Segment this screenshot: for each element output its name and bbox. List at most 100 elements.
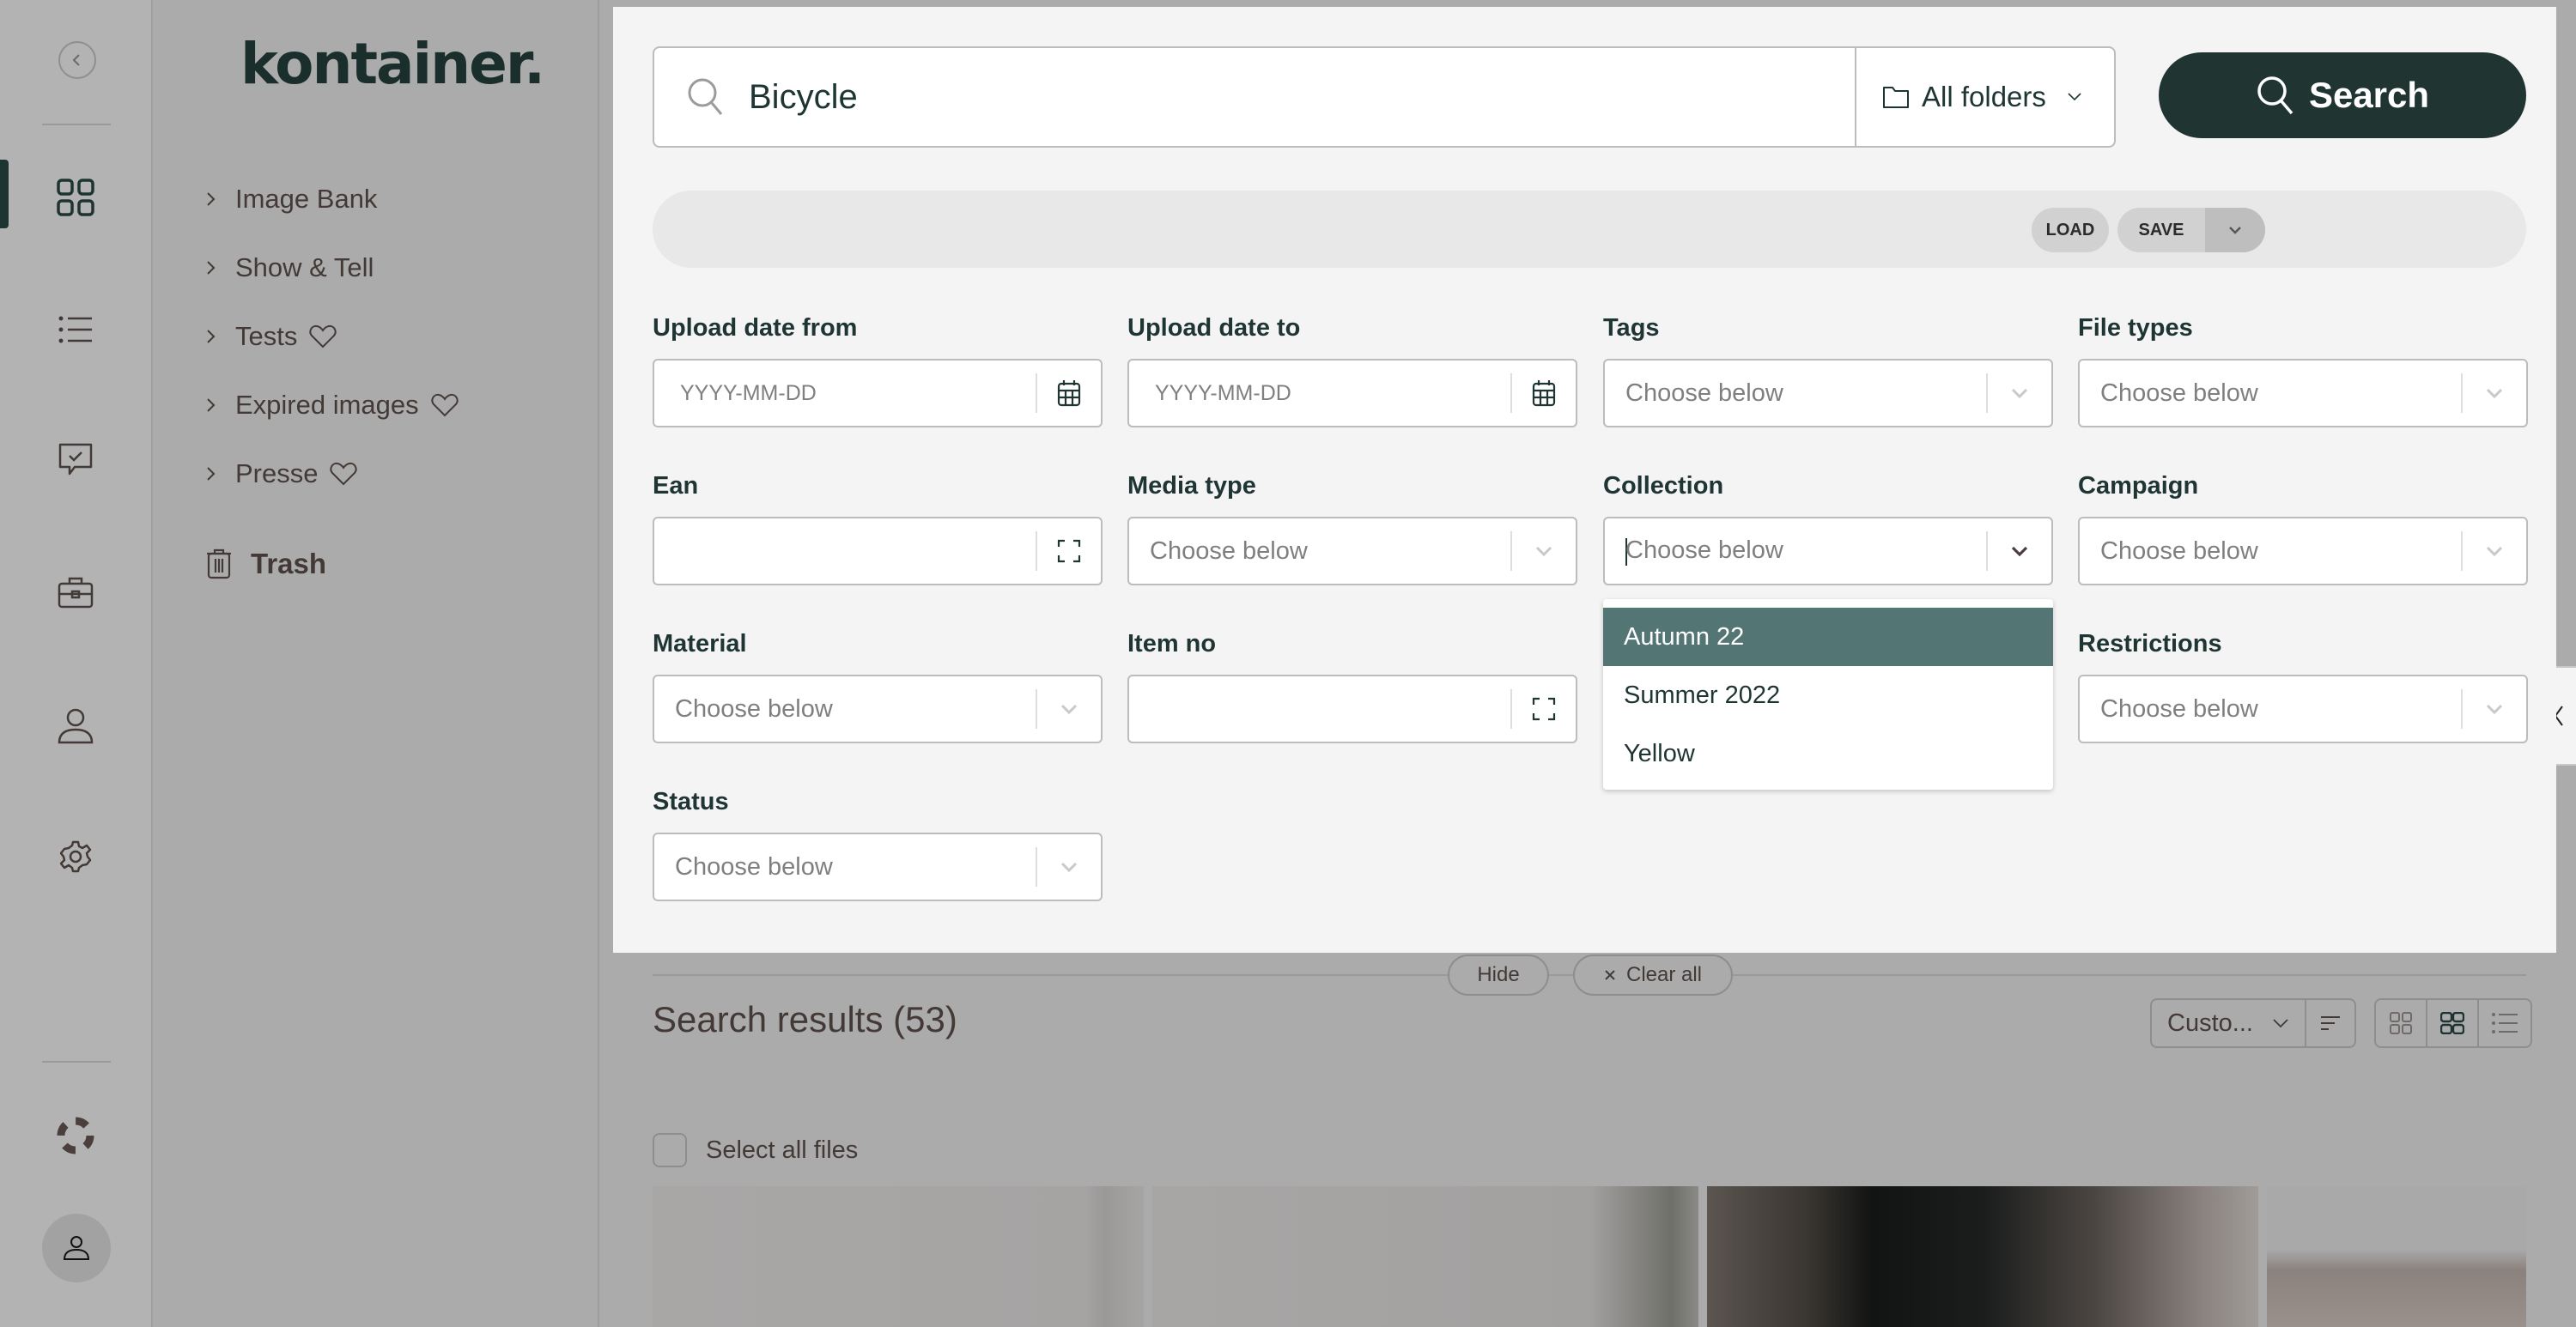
search-icon — [688, 78, 723, 115]
collection-input[interactable]: Choose below — [1605, 536, 1986, 566]
clear-all-button[interactable]: Clear all — [1573, 954, 1733, 996]
calendar-button[interactable] — [1037, 379, 1101, 407]
chevron-down-icon — [1060, 704, 1078, 715]
collapse-sidebar-button[interactable] — [58, 41, 96, 79]
select-all-checkbox[interactable] — [653, 1133, 687, 1167]
search-icon — [2257, 76, 2293, 115]
heart-icon[interactable] — [309, 324, 337, 348]
view-small-grid-button[interactable] — [2376, 1000, 2427, 1046]
chevron-right-icon — [206, 259, 223, 276]
dropdown-toggle[interactable] — [1988, 387, 2051, 399]
folder-item-presse[interactable]: Presse — [206, 458, 358, 489]
rail-item-users[interactable] — [52, 702, 100, 750]
select-placeholder: Choose below — [2100, 694, 2258, 723]
media-type-select[interactable]: Choose below — [1127, 517, 1577, 585]
calendar-button[interactable] — [1512, 379, 1576, 407]
dropdown-toggle[interactable] — [2463, 545, 2526, 557]
view-medium-grid-button[interactable] — [2427, 1000, 2479, 1046]
item-no-field[interactable] — [1127, 675, 1577, 743]
ean-field[interactable] — [653, 517, 1103, 585]
briefcase-icon — [58, 577, 94, 609]
restrictions-select[interactable]: Choose below — [2078, 675, 2528, 743]
heart-icon[interactable] — [330, 462, 358, 486]
chevron-down-icon — [2486, 704, 2503, 715]
view-list-button[interactable] — [2479, 1000, 2530, 1046]
folder-item-show-tell[interactable]: Show & Tell — [206, 252, 374, 283]
file-types-select[interactable]: Choose below — [2078, 359, 2528, 427]
clear-all-label: Clear all — [1625, 963, 1703, 986]
media-type-label: Media type — [1127, 472, 1256, 500]
scan-frame-icon — [1057, 539, 1081, 563]
rail-item-settings[interactable] — [52, 833, 100, 881]
dropdown-toggle[interactable] — [1037, 861, 1101, 873]
dropdown-toggle[interactable] — [2463, 703, 2526, 715]
active-indicator — [0, 160, 9, 228]
result-thumbnail[interactable] — [1707, 1186, 2258, 1327]
hide-filters-button[interactable]: Hide — [1448, 954, 1549, 996]
tags-select[interactable]: Choose below — [1603, 359, 2053, 427]
view-mode-controls — [2374, 998, 2532, 1048]
collection-option-autumn-22[interactable]: Autumn 22 — [1603, 608, 2053, 666]
scan-button[interactable] — [1512, 697, 1576, 721]
collection-option-yellow[interactable]: Yellow — [1603, 724, 2053, 783]
result-thumbnail[interactable] — [1152, 1186, 1698, 1327]
sort-order-button[interactable] — [2306, 1000, 2354, 1046]
dropdown-toggle[interactable] — [1037, 703, 1101, 715]
folder-label: Presse — [235, 458, 319, 488]
select-all-files[interactable]: Select all files — [653, 1133, 858, 1167]
folder-item-image-bank[interactable]: Image Bank — [206, 184, 377, 215]
search-results-title: Search results (53) — [653, 999, 957, 1039]
material-select[interactable]: Choose below — [653, 675, 1103, 743]
kontainer-logo: kontainer. — [240, 31, 545, 97]
select-placeholder: Choose below — [1625, 536, 1783, 565]
save-filters-button[interactable]: SAVE — [2117, 208, 2205, 252]
grid-icon — [57, 179, 94, 216]
profile-avatar-button[interactable] — [42, 1214, 111, 1282]
status-select[interactable]: Choose below — [653, 833, 1103, 901]
material-label: Material — [653, 630, 747, 657]
result-thumbnail[interactable] — [2267, 1186, 2526, 1327]
result-thumbnail[interactable] — [653, 1186, 1144, 1327]
chevron-down-icon — [2011, 388, 2028, 399]
folder-item-tests[interactable]: Tests — [206, 321, 337, 352]
rail-item-dashboard[interactable] — [52, 173, 100, 221]
search-input[interactable] — [749, 77, 1779, 117]
sort-select[interactable]: Custo... — [2152, 1000, 2306, 1046]
folder-scope-select[interactable]: All folders — [1855, 48, 2114, 146]
load-filters-button[interactable]: LOAD — [2032, 208, 2109, 252]
rail-item-list[interactable] — [52, 306, 100, 354]
select-placeholder: Choose below — [2100, 536, 2258, 565]
scan-frame-icon — [1532, 697, 1556, 721]
trash-folder[interactable]: Trash — [206, 548, 326, 580]
collection-option-summer-2022[interactable]: Summer 2022 — [1603, 666, 2053, 724]
dropdown-toggle[interactable] — [1988, 545, 2051, 557]
file-types-label: File types — [2078, 314, 2193, 342]
dropdown-toggle[interactable] — [1512, 545, 1576, 557]
folder-item-expired-images[interactable]: Expired images — [206, 390, 459, 421]
profile-avatar-icon — [63, 1236, 90, 1260]
scan-button[interactable] — [1037, 539, 1101, 563]
small-grid-icon — [2390, 1012, 2412, 1034]
rail-item-approvals[interactable] — [52, 436, 100, 484]
folder-scope-value: All folders — [1922, 81, 2046, 112]
search-box: All folders — [653, 46, 2116, 148]
chevron-down-icon — [2486, 388, 2503, 399]
rail-divider-bottom — [42, 1061, 111, 1063]
load-label: LOAD — [2045, 220, 2095, 239]
save-options-button[interactable] — [2205, 208, 2265, 252]
search-button[interactable]: Search — [2159, 52, 2526, 138]
collection-select[interactable]: Choose below — [1603, 517, 2053, 585]
rail-item-briefcase[interactable] — [52, 568, 100, 616]
trash-label: Trash — [251, 548, 327, 579]
trash-icon — [207, 548, 231, 579]
date-placeholder: YYYY-MM-DD — [680, 380, 817, 405]
heart-icon[interactable] — [431, 393, 459, 417]
chevron-down-icon — [2229, 227, 2241, 234]
collection-dropdown-menu: Autumn 22 Summer 2022 Yellow — [1603, 599, 2053, 790]
dropdown-toggle[interactable] — [2463, 387, 2526, 399]
upload-date-to-field[interactable]: YYYY-MM-DD — [1127, 359, 1577, 427]
upload-date-from-field[interactable]: YYYY-MM-DD — [653, 359, 1103, 427]
help-button[interactable] — [52, 1112, 100, 1160]
icon-rail — [0, 0, 153, 1327]
campaign-select[interactable]: Choose below — [2078, 517, 2528, 585]
